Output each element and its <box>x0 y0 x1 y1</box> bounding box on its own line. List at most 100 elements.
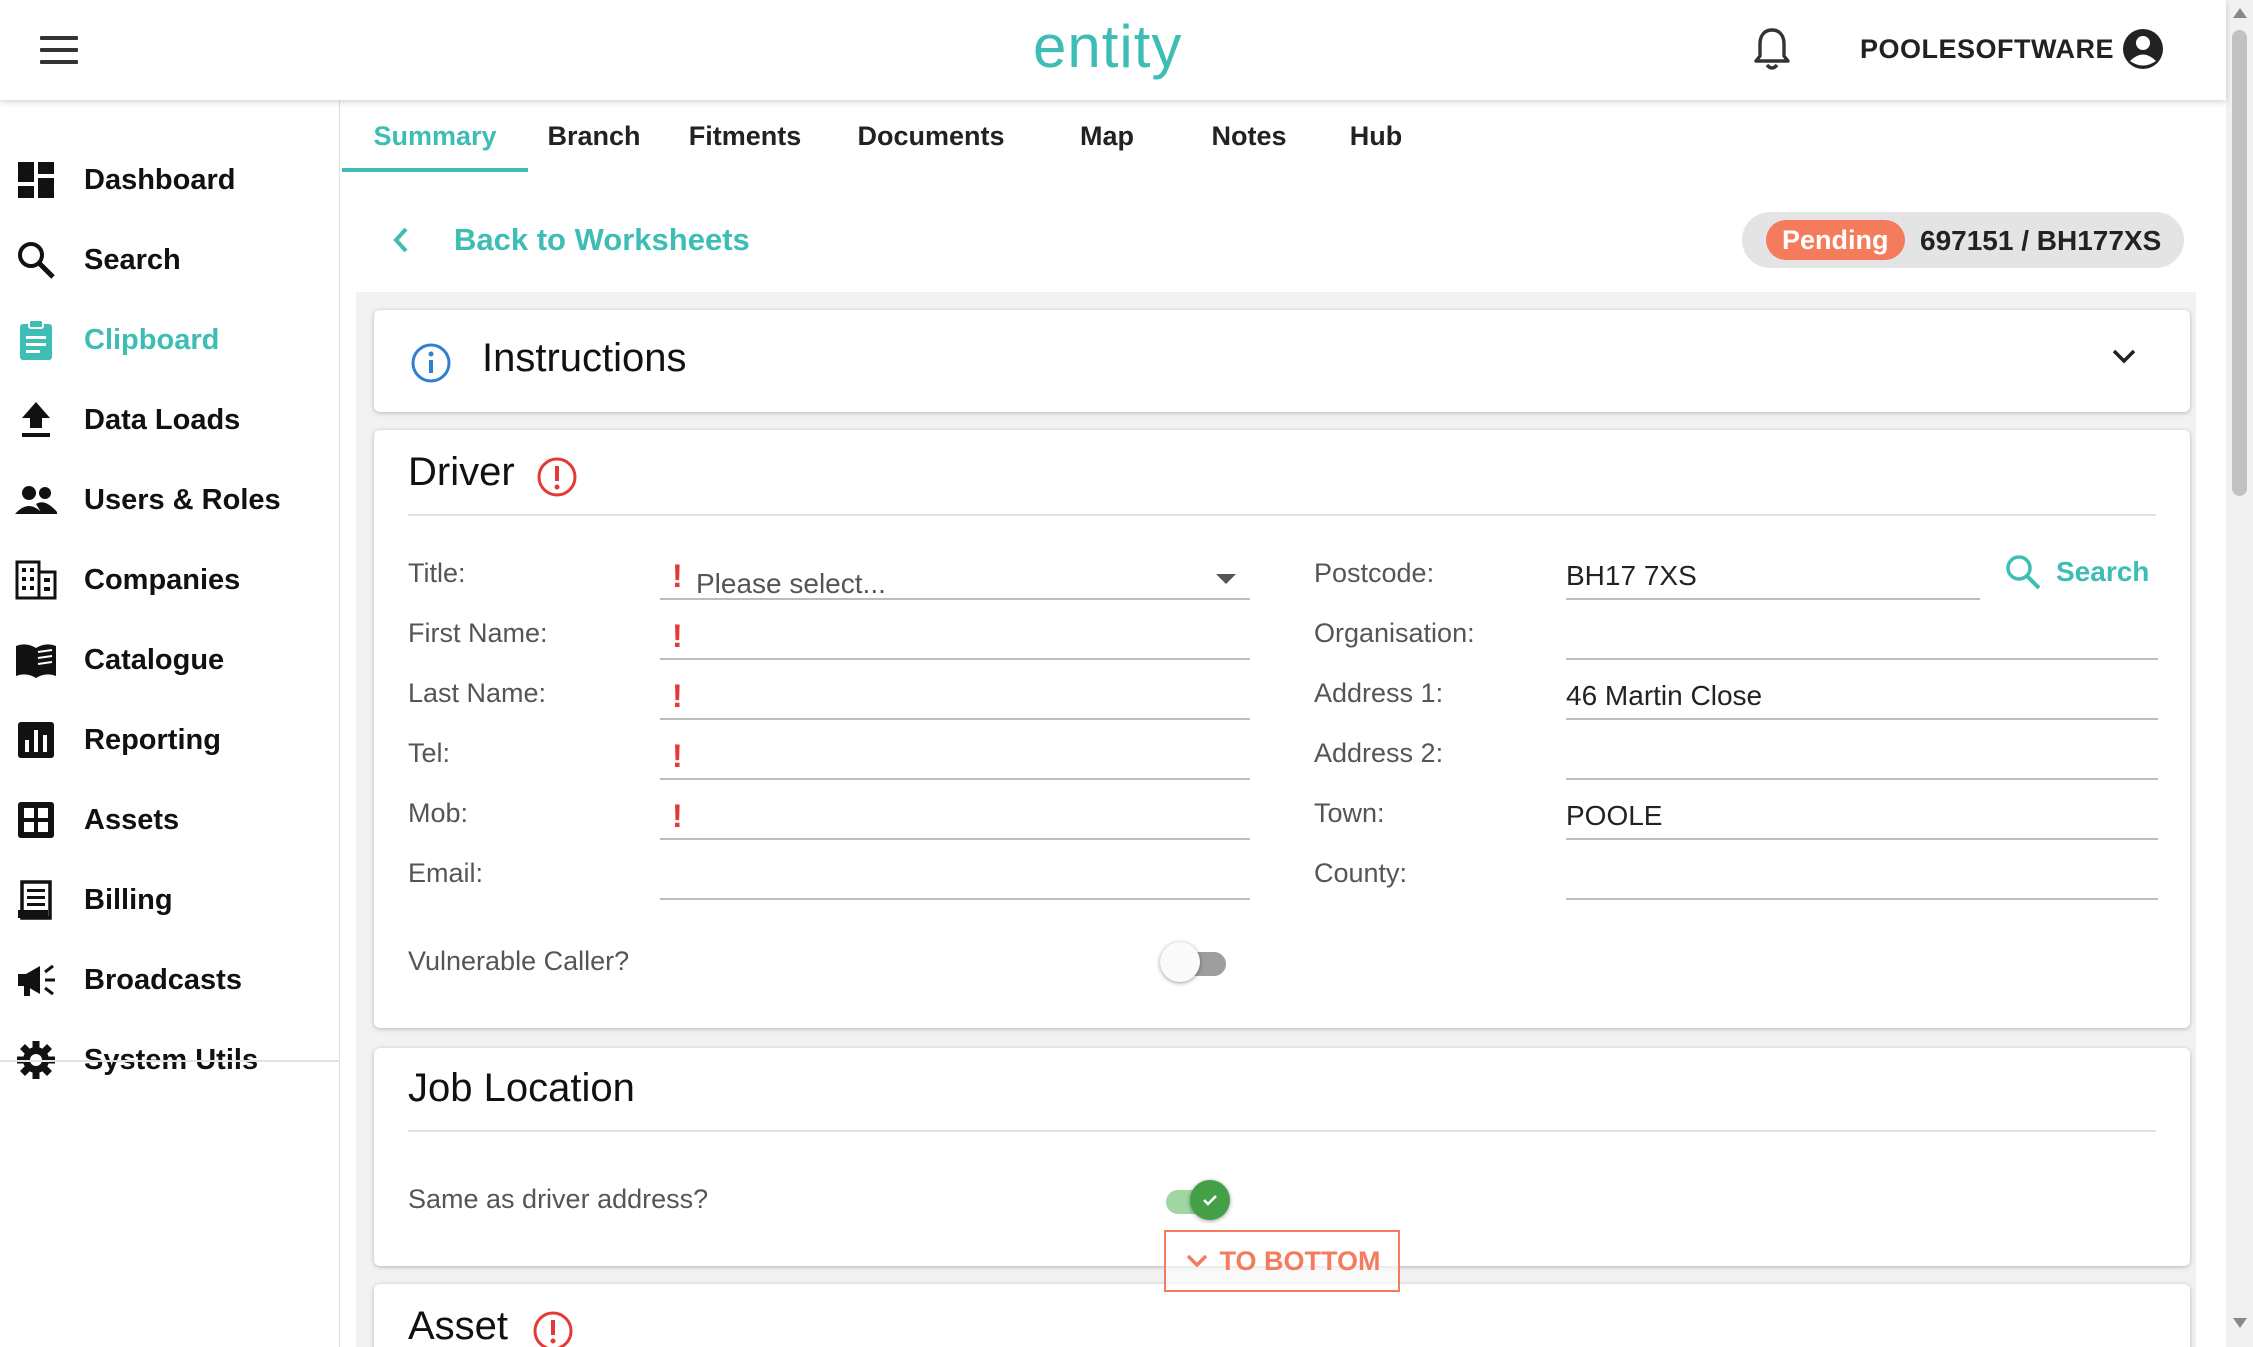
clipboard-icon <box>20 319 52 360</box>
dashboard-icon <box>18 162 54 198</box>
mob-field[interactable]: ! <box>660 792 1250 840</box>
sidebar-item-label: Dashboard <box>84 163 236 196</box>
asset-card: Asset <box>374 1284 2190 1347</box>
required-marker: ! <box>672 798 683 834</box>
tel-field[interactable]: ! <box>660 732 1250 780</box>
tab-hub[interactable]: Hub <box>1316 100 1436 172</box>
chevron-down-icon <box>1186 1254 1207 1268</box>
sidebar-item-catalogue[interactable]: Catalogue <box>0 620 340 700</box>
check-icon <box>1203 1195 1217 1206</box>
postcode-value: BH17 7XS <box>1566 560 1697 591</box>
scroll-thumb[interactable] <box>2232 30 2247 496</box>
book-icon <box>16 644 56 678</box>
job-status-pill: Pending 697151 / BH177XS <box>1742 212 2184 268</box>
required-marker: ! <box>672 738 683 774</box>
card-divider <box>408 514 2156 516</box>
first-name-label: First Name: <box>408 618 548 648</box>
organisation-label: Organisation: <box>1314 618 1475 648</box>
job-location-title: Job Location <box>408 1066 635 1110</box>
postcode-search-button[interactable]: Search <box>2004 548 2149 596</box>
dropdown-arrow-icon <box>1216 574 1236 584</box>
town-label: Town: <box>1314 798 1385 828</box>
tab-notes[interactable]: Notes <box>1182 100 1316 172</box>
sidebar-item-label: Billing <box>84 883 173 916</box>
instructions-card[interactable]: Instructions <box>374 310 2190 412</box>
county-label: County: <box>1314 858 1408 888</box>
postcode-label: Postcode: <box>1314 558 1435 588</box>
sidebar-item-label: Search <box>84 243 181 276</box>
address1-field[interactable]: 46 Martin Close <box>1566 672 2158 720</box>
tel-label: Tel: <box>408 738 451 768</box>
people-icon <box>15 486 57 514</box>
sidebar-item-label: Assets <box>84 803 180 836</box>
sidebar-item-label: Catalogue <box>84 643 225 676</box>
title-select[interactable]: ! Please select... <box>660 552 1250 600</box>
tab-bar: Summary Branch Fitments Documents Map No… <box>342 100 2212 172</box>
app-logo: entity <box>1033 13 1183 80</box>
sidebar-item-users-roles[interactable]: Users & Roles <box>0 460 340 540</box>
tab-fitments[interactable]: Fitments <box>660 100 830 172</box>
sidebar-item-label: Companies <box>84 563 241 596</box>
bell-icon[interactable] <box>1752 26 1792 72</box>
chevron-down-icon[interactable] <box>2108 344 2140 368</box>
sidebar-item-label: Data Loads <box>84 403 241 436</box>
required-marker: ! <box>672 558 683 594</box>
county-field[interactable] <box>1566 852 2158 900</box>
sidebar-item-data-loads[interactable]: Data Loads <box>0 380 340 460</box>
same-as-driver-label: Same as driver address? <box>408 1184 709 1214</box>
town-value: POOLE <box>1566 800 1663 831</box>
receipt-icon <box>18 880 52 920</box>
search-icon <box>18 242 55 279</box>
sidebar-item-search[interactable]: Search <box>0 220 340 300</box>
upload-icon <box>22 402 50 437</box>
menu-icon[interactable] <box>40 36 78 64</box>
bar-chart-icon <box>18 722 54 758</box>
email-field[interactable] <box>660 852 1250 900</box>
sidebar-item-clipboard[interactable]: Clipboard <box>0 300 340 380</box>
town-field[interactable]: POOLE <box>1566 792 2158 840</box>
chevron-left-icon <box>393 227 408 253</box>
to-bottom-label: TO BOTTOM <box>1219 1245 1381 1276</box>
sidebar-item-label: Reporting <box>84 723 221 756</box>
address2-label: Address 2: <box>1314 738 1444 768</box>
search-button-label: Search <box>2056 556 2150 587</box>
sidebar-item-dashboard[interactable]: Dashboard <box>0 140 340 220</box>
tab-map[interactable]: Map <box>1032 100 1182 172</box>
info-icon <box>411 343 451 383</box>
tab-branch[interactable]: Branch <box>528 100 660 172</box>
warning-circle-icon <box>537 457 577 497</box>
scroll-down-arrow-icon[interactable] <box>2233 1318 2247 1328</box>
mob-label: Mob: <box>408 798 469 828</box>
scroll-up-arrow-icon[interactable] <box>2233 8 2247 18</box>
tab-documents[interactable]: Documents <box>830 100 1032 172</box>
sidebar-item-assets[interactable]: Assets <box>0 780 340 860</box>
last-name-field[interactable]: ! <box>660 672 1250 720</box>
sidebar-item-broadcasts[interactable]: Broadcasts <box>0 940 340 1020</box>
to-bottom-button[interactable]: TO BOTTOM <box>1164 1230 1400 1292</box>
top-app-bar: entity POOLESOFTWARE <box>0 0 2226 100</box>
back-to-worksheets-link[interactable]: Back to Worksheets <box>388 218 750 262</box>
asset-title: Asset <box>408 1304 509 1347</box>
building-icon <box>15 560 57 600</box>
sidebar-item-reporting[interactable]: Reporting <box>0 700 340 780</box>
sidebar-item-label: Users & Roles <box>84 483 281 516</box>
search-icon <box>2006 555 2041 590</box>
sidebar-item-companies[interactable]: Companies <box>0 540 340 620</box>
status-badge: Pending <box>1766 220 1905 260</box>
first-name-field[interactable]: ! <box>660 612 1250 660</box>
instructions-title: Instructions <box>482 336 687 380</box>
sidebar-item-billing[interactable]: Billing <box>0 860 340 940</box>
postcode-field[interactable]: BH17 7XS <box>1566 552 1980 600</box>
username[interactable]: POOLESOFTWARE <box>1860 34 2114 65</box>
same-as-driver-toggle[interactable] <box>1160 1178 1230 1222</box>
sidebar-divider <box>0 1060 340 1062</box>
sidebar: Dashboard Search Clipboard Data Loads Us… <box>0 100 340 1347</box>
vertical-scrollbar[interactable] <box>2226 0 2253 1347</box>
account-circle-icon[interactable] <box>2122 28 2164 70</box>
address2-field[interactable] <box>1566 732 2158 780</box>
organisation-field[interactable] <box>1566 612 2158 660</box>
last-name-label: Last Name: <box>408 678 547 708</box>
driver-title: Driver <box>408 450 515 494</box>
tab-summary[interactable]: Summary <box>342 100 528 172</box>
vulnerable-caller-toggle[interactable] <box>1160 940 1226 984</box>
